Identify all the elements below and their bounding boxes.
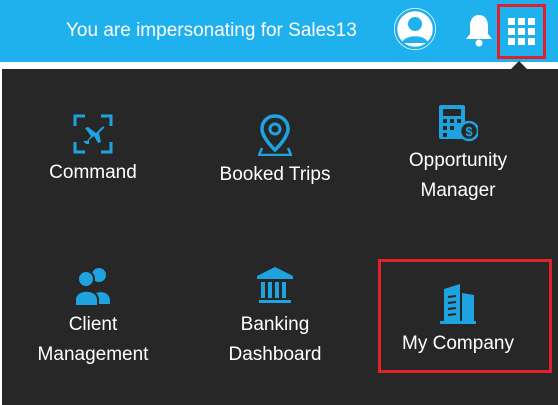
airplane-icon (73, 114, 113, 154)
menu-item-label-line2: Management (37, 344, 149, 365)
menu-item-command[interactable]: Command (34, 114, 152, 188)
menu-item-label-line2: Manager (420, 180, 496, 201)
menu-item-booked-trips[interactable]: Booked Trips (207, 114, 343, 190)
map-pin-icon (258, 114, 292, 156)
svg-text:$: $ (465, 124, 473, 139)
my-company-highlight-box (378, 259, 552, 373)
bank-icon (257, 267, 293, 303)
menu-item-label-line2: Dashboard (228, 344, 322, 365)
menu-item-opportunity-manager[interactable]: $ Opportunity Manager (392, 104, 524, 206)
menu-item-label: Booked Trips (219, 164, 331, 185)
top-bar: You are impersonating for Sales13 (0, 0, 558, 62)
menu-item-client-management[interactable]: Client Management (28, 266, 158, 370)
calculator-dollar-icon: $ (439, 105, 478, 142)
impersonation-banner-text: You are impersonating for Sales13 (66, 20, 357, 41)
users-icon (75, 268, 110, 306)
menu-item-label-line1: Client (68, 314, 118, 335)
menu-item-label-line1: Banking (240, 314, 310, 335)
menu-item-label-line1: Opportunity (408, 150, 508, 171)
apps-grid-icon (508, 18, 535, 45)
dropdown-pointer (511, 61, 527, 69)
menu-item-label: Command (49, 162, 137, 183)
menu-item-banking-dashboard[interactable]: Banking Dashboard (210, 266, 340, 370)
header-gap (0, 62, 558, 69)
user-avatar-icon[interactable] (392, 6, 438, 52)
bell-icon[interactable] (462, 12, 496, 48)
apps-menu-button[interactable] (497, 4, 546, 59)
